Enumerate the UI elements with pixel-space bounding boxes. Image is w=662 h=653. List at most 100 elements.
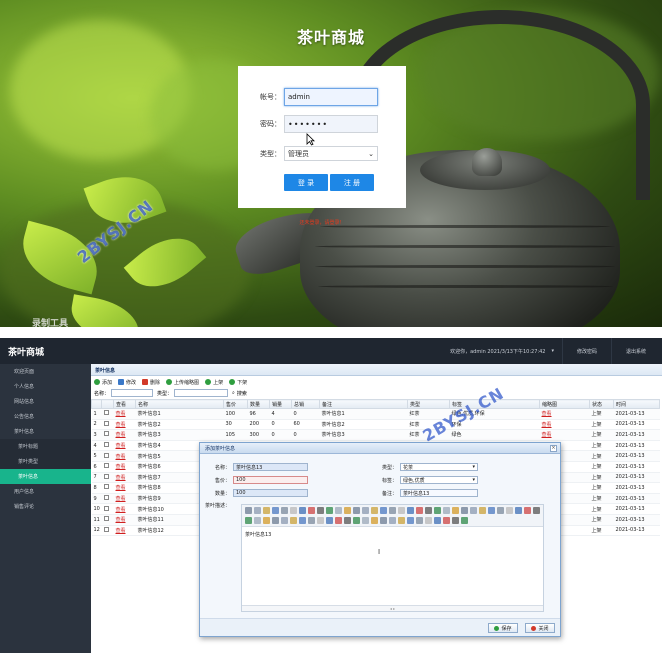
view-link[interactable]: 查看: [116, 496, 126, 502]
thumbnail-link[interactable]: 查看: [542, 422, 552, 428]
row-checkbox[interactable]: [103, 420, 109, 426]
editor-tool-icon[interactable]: [434, 516, 441, 524]
sidebar-item-notices[interactable]: 公告信息: [0, 409, 91, 424]
column-header[interactable]: 售价: [223, 399, 248, 409]
editor-scrollbar[interactable]: ◂ ▸: [242, 605, 543, 611]
editor-tool-icon[interactable]: [254, 516, 261, 524]
search-button[interactable]: 搜索: [237, 390, 247, 397]
editor-tool-icon[interactable]: [344, 516, 351, 524]
editor-tool-icon[interactable]: [371, 507, 378, 514]
thumbnail-link[interactable]: 查看: [542, 432, 552, 438]
view-link[interactable]: 查看: [116, 485, 126, 491]
add-button[interactable]: 添加: [94, 379, 112, 386]
editor-tool-icon[interactable]: [434, 507, 441, 514]
row-checkbox[interactable]: [103, 495, 109, 501]
sidebar-item-reviews[interactable]: 销售评论: [0, 499, 91, 514]
editor-tool-icon[interactable]: [308, 516, 315, 524]
search-type-select[interactable]: [174, 389, 229, 397]
view-link[interactable]: 查看: [116, 422, 126, 428]
editor-tool-icon[interactable]: [443, 516, 450, 524]
chevron-down-icon[interactable]: ▾: [551, 348, 554, 354]
row-checkbox[interactable]: [103, 431, 109, 437]
tag-select[interactable]: 绿色,优质 ▾: [400, 476, 478, 484]
editor-tool-icon[interactable]: [461, 516, 468, 524]
note-input[interactable]: 茶叶信息13: [400, 489, 478, 497]
column-header[interactable]: 名称: [135, 399, 224, 409]
editor-tool-icon[interactable]: [497, 507, 504, 514]
editor-tool-icon[interactable]: [362, 507, 369, 514]
editor-tool-icon[interactable]: [398, 516, 405, 524]
editor-tool-icon[interactable]: [308, 507, 315, 514]
rich-text-editor[interactable]: 茶叶信息13 ◂ ▸: [241, 504, 544, 612]
view-link[interactable]: 查看: [116, 443, 126, 449]
username-input[interactable]: admin: [284, 88, 378, 106]
type-select[interactable]: 管理员 ⌄: [284, 146, 378, 161]
sidebar-item-users[interactable]: 用户信息: [0, 484, 91, 499]
editor-tool-icon[interactable]: [515, 507, 522, 514]
editor-tool-icon[interactable]: [317, 516, 324, 524]
view-link[interactable]: 查看: [116, 432, 126, 438]
row-checkbox[interactable]: [103, 452, 109, 458]
editor-tool-icon[interactable]: [407, 507, 414, 514]
column-header[interactable]: [91, 399, 102, 409]
table-row[interactable]: 2 查看 茶叶信息2 30 200 0 60 茶叶信息2 红茶 环保 查看 上架 2021-03-13: [91, 419, 660, 431]
editor-tool-icon[interactable]: [299, 516, 306, 524]
column-header[interactable]: 查看: [113, 399, 136, 409]
editor-tool-icon[interactable]: [425, 507, 432, 514]
editor-tool-icon[interactable]: [380, 507, 387, 514]
sidebar-item-tea-info[interactable]: 茶叶信息: [0, 469, 91, 484]
editor-tool-icon[interactable]: [470, 507, 477, 514]
sidebar-item-tea[interactable]: 茶叶信息: [0, 424, 91, 439]
view-link[interactable]: 查看: [116, 475, 126, 481]
edit-button[interactable]: 修改: [118, 379, 136, 386]
table-row[interactable]: 3 查看 茶叶信息3 105 300 0 0 茶叶信息3 红茶 绿色 查看 上架 2021-03-13: [91, 429, 660, 441]
view-link[interactable]: 查看: [116, 507, 126, 513]
search-name-input[interactable]: [111, 389, 154, 397]
delete-button[interactable]: 删除: [142, 379, 160, 386]
editor-tool-icon[interactable]: [290, 516, 297, 524]
view-link[interactable]: 查看: [116, 411, 126, 417]
editor-tool-icon[interactable]: [425, 516, 432, 524]
editor-tool-icon[interactable]: [398, 507, 405, 514]
row-checkbox[interactable]: [103, 516, 109, 522]
quantity-input[interactable]: 100: [233, 489, 308, 497]
editor-tool-icon[interactable]: [506, 507, 513, 514]
editor-tool-icon[interactable]: [281, 516, 288, 524]
editor-tool-icon[interactable]: [263, 516, 270, 524]
editor-tool-icon[interactable]: [281, 507, 288, 514]
type-select[interactable]: 花茶 ▾: [400, 463, 478, 471]
editor-tool-icon[interactable]: [533, 507, 540, 514]
view-link[interactable]: 查看: [116, 517, 126, 523]
editor-tool-icon[interactable]: [290, 507, 297, 514]
upload-thumbnail-button[interactable]: 上传缩略图: [166, 379, 199, 386]
editor-tool-icon[interactable]: [317, 507, 324, 514]
editor-tool-icon[interactable]: [335, 516, 342, 524]
editor-tool-icon[interactable]: [326, 516, 333, 524]
price-input[interactable]: 100: [233, 476, 308, 484]
editor-tool-icon[interactable]: [416, 507, 423, 514]
editor-tool-icon[interactable]: [326, 507, 333, 514]
column-header[interactable]: 总销: [291, 399, 320, 409]
editor-tool-icon[interactable]: [299, 507, 306, 514]
editor-tool-icon[interactable]: [362, 516, 369, 524]
save-button[interactable]: 保存: [488, 623, 518, 633]
editor-tool-icon[interactable]: [371, 516, 378, 524]
column-header[interactable]: 时间: [613, 399, 660, 409]
editor-content[interactable]: 茶叶信息13: [245, 531, 271, 538]
editor-tool-icon[interactable]: [263, 507, 270, 514]
table-row[interactable]: 1 查看 茶叶信息1 100 96 4 0 茶叶信息1 红茶 绿色,优质,环保 查看 上架 2021-0…: [91, 408, 660, 420]
register-button[interactable]: 注 册: [330, 174, 374, 191]
editor-tool-icon[interactable]: [443, 507, 450, 514]
row-checkbox[interactable]: [103, 505, 109, 511]
editor-tool-icon[interactable]: [344, 507, 351, 514]
view-link[interactable]: 查看: [116, 528, 126, 534]
column-header[interactable]: 数量: [247, 399, 270, 409]
editor-tool-icon[interactable]: [245, 516, 252, 524]
editor-tool-icon[interactable]: [452, 507, 459, 514]
close-button[interactable]: 关闭: [525, 623, 555, 633]
row-checkbox[interactable]: [103, 484, 109, 490]
view-link[interactable]: 查看: [116, 464, 126, 470]
sidebar-item-tea-titles[interactable]: 茶叶标题: [0, 439, 91, 454]
column-header[interactable]: 状态: [589, 399, 614, 409]
editor-tool-icon[interactable]: [416, 516, 423, 524]
